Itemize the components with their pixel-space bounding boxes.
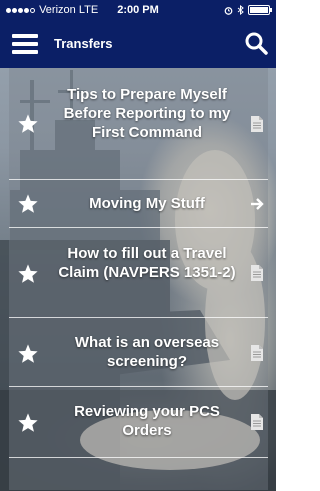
document-icon — [251, 414, 263, 430]
list-item-label: How to fill out a Travel Claim (NAVPERS … — [58, 245, 236, 281]
topics-list: Tips to Prepare Myself Before Reporting … — [9, 68, 268, 490]
list-item-partial[interactable] — [9, 458, 268, 490]
alarm-icon — [224, 6, 233, 15]
star-icon[interactable] — [17, 113, 39, 135]
bluetooth-icon — [237, 5, 244, 15]
app-screen: Verizon LTE 2:00 PM Transfers Tips to Pr… — [0, 0, 276, 491]
document-icon — [251, 345, 263, 361]
list-item[interactable]: What is an overseas screening? — [9, 318, 268, 387]
status-indicators — [224, 0, 272, 20]
star-icon[interactable] — [17, 193, 39, 215]
star-icon[interactable] — [17, 343, 39, 365]
search-icon — [245, 32, 268, 55]
arrow-right-icon — [251, 198, 264, 210]
page-title: Transfers — [54, 36, 113, 51]
hamburger-menu-button[interactable] — [12, 34, 38, 54]
status-bar: Verizon LTE 2:00 PM — [0, 0, 276, 20]
star-icon[interactable] — [17, 412, 39, 434]
battery-icon — [248, 5, 272, 15]
list-item-label: What is an overseas screening? — [74, 334, 220, 370]
star-icon[interactable] — [17, 263, 39, 285]
document-icon — [251, 116, 263, 132]
hamburger-line — [12, 50, 38, 54]
hamburger-line — [12, 42, 38, 46]
list-item[interactable]: Tips to Prepare Myself Before Reporting … — [9, 68, 268, 180]
list-item-label: Moving My Stuff — [89, 195, 205, 212]
list-item[interactable]: Moving My Stuff — [9, 180, 268, 228]
hamburger-line — [12, 34, 38, 38]
document-icon — [251, 265, 263, 281]
list-item[interactable]: Reviewing your PCS Orders — [9, 387, 268, 458]
navigation-bar: Transfers — [0, 20, 276, 68]
list-item-label: Tips to Prepare Myself Before Reporting … — [63, 86, 231, 141]
search-button[interactable] — [244, 31, 268, 55]
list-item[interactable]: How to fill out a Travel Claim (NAVPERS … — [9, 228, 268, 318]
list-item-label: Reviewing your PCS Orders — [74, 403, 220, 439]
